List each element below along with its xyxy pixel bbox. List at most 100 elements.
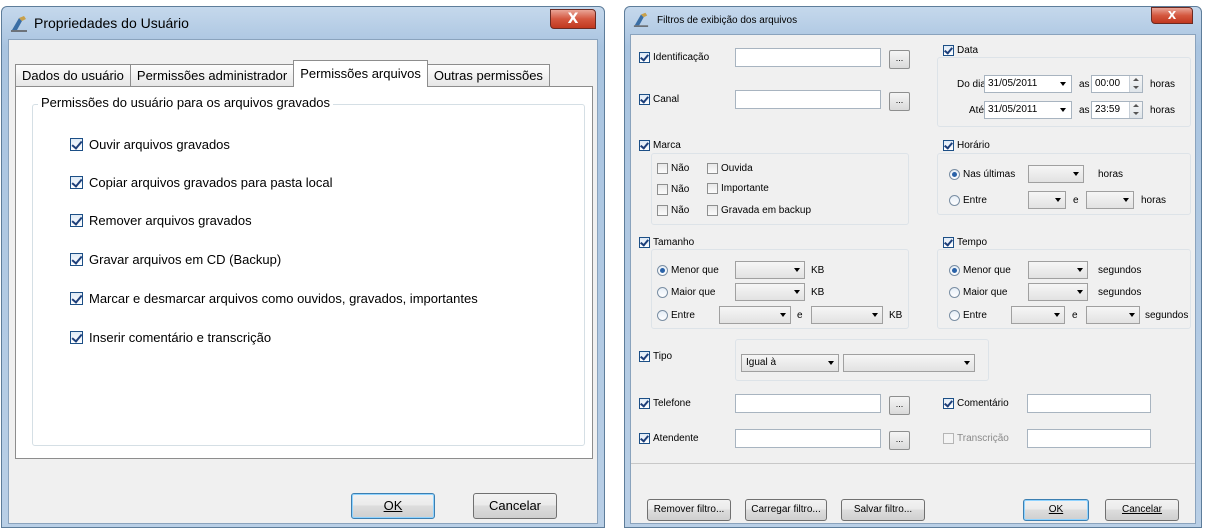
telefone-browse-button[interactable]: ... — [889, 396, 910, 415]
checkbox[interactable] — [707, 183, 718, 194]
checkbox[interactable] — [943, 237, 954, 248]
ok-button[interactable]: OK — [351, 493, 435, 519]
checkbox[interactable] — [943, 140, 954, 151]
title-bar[interactable]: Propriedades do Usuário X — [2, 7, 604, 39]
tab-dados-usuario[interactable]: Dados do usuário — [15, 64, 131, 87]
marca-nao-3[interactable]: Não — [657, 205, 689, 216]
close-button[interactable]: X — [550, 9, 596, 29]
tipo-operator-combo[interactable]: Igual à — [741, 354, 839, 372]
tempo-filter[interactable]: Tempo — [943, 237, 987, 248]
tab-permissoes-arquivos[interactable]: Permissões arquivos — [293, 60, 428, 87]
radio[interactable] — [657, 287, 668, 298]
remover-filtro-button[interactable]: Remover filtro... — [647, 499, 731, 521]
checkbox[interactable] — [639, 237, 650, 248]
tab-permissoes-administrador[interactable]: Permissões administrador — [129, 64, 295, 87]
cancel-button[interactable]: Cancelar — [473, 493, 557, 519]
comentario-filter[interactable]: Comentário — [943, 398, 1009, 409]
horario-filter[interactable]: Horário — [943, 140, 990, 151]
tipo-filter[interactable]: Tipo — [639, 351, 672, 362]
checkbox[interactable] — [657, 184, 668, 195]
checkbox[interactable] — [707, 205, 718, 216]
date-from-picker[interactable]: 31/05/2011 — [984, 75, 1072, 93]
checkbox[interactable] — [639, 52, 650, 63]
checkbox[interactable] — [707, 163, 718, 174]
tipo-value-combo[interactable] — [843, 354, 975, 372]
tempo-menor-que[interactable]: Menor que — [949, 265, 1011, 276]
tempo-entre[interactable]: Entre — [949, 310, 987, 321]
horario-entre-to-combo[interactable] — [1086, 191, 1134, 209]
nas-ultimas-combo[interactable] — [1028, 165, 1084, 183]
time-to-spinner[interactable]: 23:59 — [1091, 101, 1143, 119]
checkbox[interactable] — [639, 351, 650, 362]
checkbox[interactable] — [943, 398, 954, 409]
checkbox[interactable] — [943, 45, 954, 56]
date-to-picker[interactable]: 31/05/2011 — [984, 101, 1072, 119]
radio[interactable] — [949, 265, 960, 276]
identificacao-filter[interactable]: Identificação — [639, 52, 709, 63]
permission-row[interactable]: Gravar arquivos em CD (Backup) — [70, 252, 281, 267]
canal-input[interactable] — [735, 90, 881, 109]
carregar-filtro-button[interactable]: Carregar filtro... — [745, 499, 827, 521]
telefone-input[interactable] — [735, 394, 881, 413]
transcricao-input[interactable] — [1027, 429, 1151, 448]
spinner-arrows-icon[interactable] — [1129, 76, 1142, 92]
data-filter[interactable]: Data — [943, 45, 978, 56]
checkbox[interactable] — [70, 176, 83, 189]
time-from-spinner[interactable]: 00:00 — [1091, 75, 1143, 93]
telefone-filter[interactable]: Telefone — [639, 398, 691, 409]
tempo-maior-combo[interactable] — [1028, 283, 1088, 301]
spinner-arrows-icon[interactable] — [1129, 102, 1142, 118]
permission-row[interactable]: Remover arquivos gravados — [70, 213, 252, 228]
horario-entre-from-combo[interactable] — [1028, 191, 1066, 209]
tempo-menor-combo[interactable] — [1028, 261, 1088, 279]
permission-row[interactable]: Copiar arquivos gravados para pasta loca… — [70, 175, 333, 190]
marca-ouvida[interactable]: Ouvida — [707, 163, 753, 174]
radio[interactable] — [949, 169, 960, 180]
radio[interactable] — [949, 287, 960, 298]
tamanho-entre-to-combo[interactable] — [811, 306, 883, 324]
checkbox[interactable] — [639, 398, 650, 409]
ok-button[interactable]: OK — [1023, 499, 1089, 521]
identificacao-browse-button[interactable]: ... — [889, 50, 910, 69]
comentario-input[interactable] — [1027, 394, 1151, 413]
atendente-filter[interactable]: Atendente — [639, 433, 699, 444]
marca-gravada-backup[interactable]: Gravada em backup — [707, 205, 811, 216]
radio[interactable] — [657, 265, 668, 276]
tempo-entre-from-combo[interactable] — [1011, 306, 1065, 324]
permission-row[interactable]: Ouvir arquivos gravados — [70, 137, 230, 152]
tamanho-filter[interactable]: Tamanho — [639, 237, 694, 248]
atendente-input[interactable] — [735, 429, 881, 448]
horario-nas-ultimas[interactable]: Nas últimas — [949, 169, 1015, 180]
tamanho-maior-combo[interactable] — [735, 283, 805, 301]
checkbox[interactable] — [70, 138, 83, 151]
checkbox[interactable] — [639, 433, 650, 444]
permission-row[interactable]: Inserir comentário e transcrição — [70, 330, 271, 345]
marca-filter[interactable]: Marca — [639, 140, 681, 151]
transcricao-filter[interactable]: Transcrição — [943, 433, 1009, 444]
radio[interactable] — [949, 195, 960, 206]
tamanho-menor-que[interactable]: Menor que — [657, 265, 719, 276]
tamanho-entre[interactable]: Entre — [657, 310, 695, 321]
permission-row[interactable]: Marcar e desmarcar arquivos como ouvidos… — [70, 291, 478, 306]
close-button[interactable]: X — [1151, 7, 1193, 24]
marca-nao-2[interactable]: Não — [657, 184, 689, 195]
checkbox[interactable] — [70, 331, 83, 344]
checkbox[interactable] — [70, 253, 83, 266]
checkbox[interactable] — [657, 163, 668, 174]
tamanho-entre-from-combo[interactable] — [719, 306, 791, 324]
marca-importante[interactable]: Importante — [707, 183, 769, 194]
tempo-maior-que[interactable]: Maior que — [949, 287, 1007, 298]
tamanho-maior-que[interactable]: Maior que — [657, 287, 715, 298]
tempo-entre-to-combo[interactable] — [1086, 306, 1140, 324]
checkbox[interactable] — [639, 94, 650, 105]
horario-entre[interactable]: Entre — [949, 195, 987, 206]
checkbox[interactable] — [943, 433, 954, 444]
identificacao-input[interactable] — [735, 48, 881, 67]
checkbox[interactable] — [70, 214, 83, 227]
radio[interactable] — [657, 310, 668, 321]
checkbox[interactable] — [70, 292, 83, 305]
checkbox[interactable] — [657, 205, 668, 216]
radio[interactable] — [949, 310, 960, 321]
marca-nao-1[interactable]: Não — [657, 163, 689, 174]
canal-browse-button[interactable]: ... — [889, 92, 910, 111]
